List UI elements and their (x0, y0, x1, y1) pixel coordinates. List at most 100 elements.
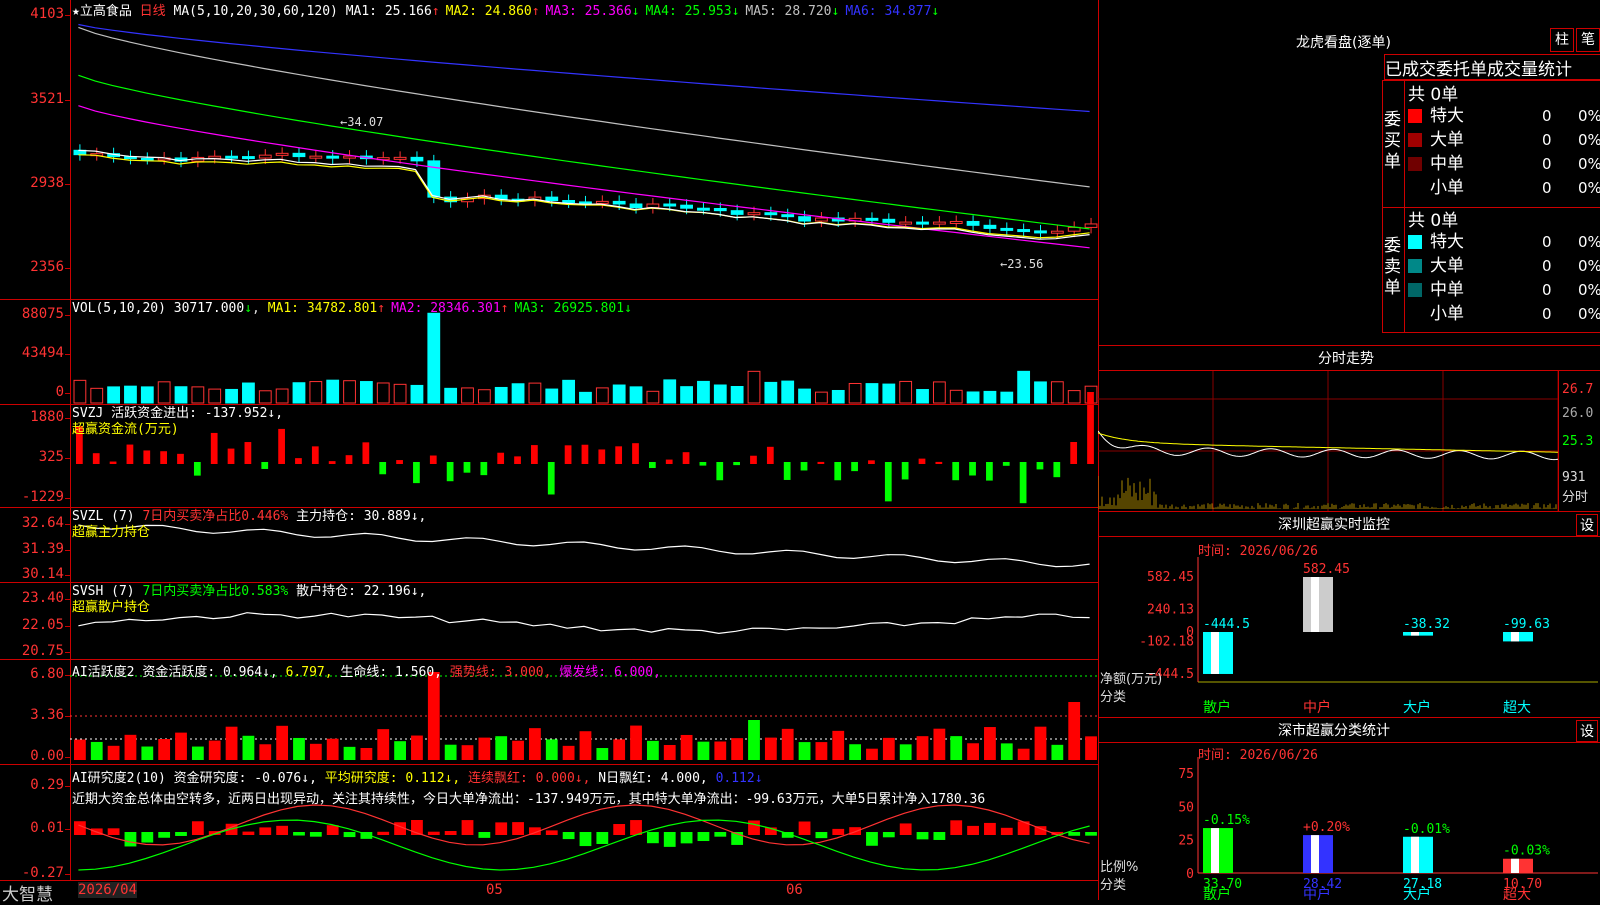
stat-chg-label: -0.15% (1203, 813, 1250, 828)
volume-bar (494, 386, 508, 404)
stat-title: 深市超赢分类统计 (1278, 723, 1390, 739)
ai2-v5: 0.112↓ (715, 771, 763, 786)
volume-bar (376, 382, 390, 404)
monitor-bar-chart: 582.45240.130-102.18-444.5-444.5散户582.45… (1139, 557, 1598, 716)
flow-bar (766, 446, 774, 464)
volume-bar (899, 380, 913, 404)
research-bar (646, 832, 659, 844)
intraday-panel: 分时走势 26.7 26.0 25.3 931 分时 (1098, 346, 1600, 511)
research-bar (899, 823, 912, 835)
activity-bar (545, 739, 558, 760)
research-bar (596, 832, 609, 844)
stat-y-tick: 50 (1178, 800, 1194, 815)
buy-row-3: 中单 0 0% (1408, 152, 1600, 176)
activity-bar (394, 741, 406, 760)
research-bar (832, 828, 845, 835)
ma-values: MA1: 25.166↑ MA2: 24.860↑ MA3: 25.366↓ MA4:… (346, 4, 946, 19)
ai2-axis: 0.29 0.01 -0.27 (0, 765, 71, 881)
research-bar (748, 820, 760, 835)
svzl-axis: 32.64 31.39 30.14 (0, 508, 71, 583)
activity-bar (427, 672, 440, 760)
activity-bar (242, 735, 255, 760)
research-bar (680, 832, 693, 844)
research-bar (714, 832, 727, 837)
research-bar (1085, 832, 1097, 836)
vol-ma-values: MA1: 34782.801↑ MA2: 28346.301↑ MA3: 26925… (268, 301, 638, 316)
bar-mode-button[interactable]: 柱 (1550, 28, 1574, 52)
activity-bar (748, 720, 760, 760)
svzl-label: SVZL (7) (72, 509, 135, 524)
vol-ma-1: MA1: 34782.801↑ (267, 301, 386, 316)
volume-bar (90, 387, 104, 404)
monitor-settings-button[interactable]: 设 (1576, 514, 1598, 536)
svzl-header: SVZL (7) 7日内买卖净占比0.446% 主力持仓: 30.889↓, 超… (72, 509, 426, 541)
volume-bar (292, 382, 306, 404)
row-pct: 0% (1578, 257, 1600, 275)
flow-bar (800, 462, 808, 471)
monitor-cat-label: 超大 (1503, 700, 1531, 716)
vol-value: 30717.000 (173, 301, 245, 316)
volume-bar (831, 389, 845, 404)
candle-body (882, 218, 896, 223)
volume-bar (309, 381, 323, 404)
monitor-axis-title: 净额(万元) (1100, 672, 1163, 687)
price-tick: 2938 (30, 175, 70, 191)
volume-bar (983, 390, 997, 404)
sell-row-4: 小单 0 0% (1408, 302, 1600, 326)
color-swatch (1408, 283, 1422, 297)
flow-bar (699, 462, 707, 466)
ai2-n-red: N日飘红: 4.000, (598, 771, 708, 786)
volume-bar (326, 379, 340, 404)
tabs-strip[interactable]: 已成交委托单成交量统计 (1384, 54, 1600, 80)
price-tick: 3521 (30, 91, 70, 107)
volume-bar (697, 380, 710, 404)
trade-mode-button[interactable]: 笔 (1576, 28, 1600, 52)
stat-settings-button[interactable]: 设 (1576, 720, 1598, 742)
stock-name[interactable]: ★立高食品 (72, 4, 132, 19)
activity-bar (613, 739, 626, 760)
activity-bar (478, 737, 491, 760)
monitor-y-tick: 240.13 (1147, 602, 1194, 617)
kline-chart[interactable]: ←34.07 ←23.56 (70, 0, 1098, 880)
candle-body (612, 200, 626, 205)
research-bar (326, 825, 339, 835)
candle-body (815, 217, 828, 222)
research-bar (107, 828, 120, 835)
activity-bar (1085, 736, 1097, 760)
svzj-tick: -1229 (21, 489, 71, 505)
color-swatch (1408, 259, 1422, 273)
svzl-pct: 7日内买卖净占比0.446% (142, 509, 289, 524)
volume-bar (848, 382, 862, 404)
intraday-chart[interactable] (1098, 371, 1558, 511)
period-label[interactable]: 日线 (140, 4, 166, 19)
monitor-cat-label: 大户 (1403, 699, 1431, 716)
volume-bar (157, 381, 171, 404)
candle-body (916, 221, 929, 225)
row-name: 特大 (1430, 106, 1464, 126)
ai1-activity: 资金活跃度: 0.964↓, (142, 665, 278, 680)
volume-bar (916, 389, 929, 404)
volume-bar (359, 381, 373, 404)
research-bar (916, 832, 929, 840)
flow-bar (834, 462, 842, 481)
flow-bar (665, 459, 673, 464)
research-bar (309, 832, 322, 837)
research-bar (697, 832, 710, 842)
volume-bar (713, 384, 727, 404)
activity-bar (175, 732, 187, 760)
research-bar (882, 832, 895, 838)
brand-logo[interactable]: 大智慧 (2, 880, 53, 905)
price-ma-6: MA6: 34.877↓ (845, 4, 940, 19)
ai2-tick: 0.01 (30, 820, 70, 836)
ai2-label: AI研究度2(10) (72, 771, 166, 786)
stat-cat-label: 中户 (1303, 886, 1331, 900)
research-bar (512, 822, 524, 835)
stat-y-tick: 0 (1186, 867, 1194, 882)
research-bar (815, 832, 828, 839)
price-ma-2: MA2: 24.860↑ (445, 4, 540, 19)
stat-cat-label: 散户 (1203, 886, 1231, 900)
flow-bar (261, 462, 269, 469)
stat-y-tick: 25 (1178, 834, 1194, 849)
monitor-cat-label: 中户 (1303, 699, 1331, 716)
research-bar (242, 831, 255, 835)
